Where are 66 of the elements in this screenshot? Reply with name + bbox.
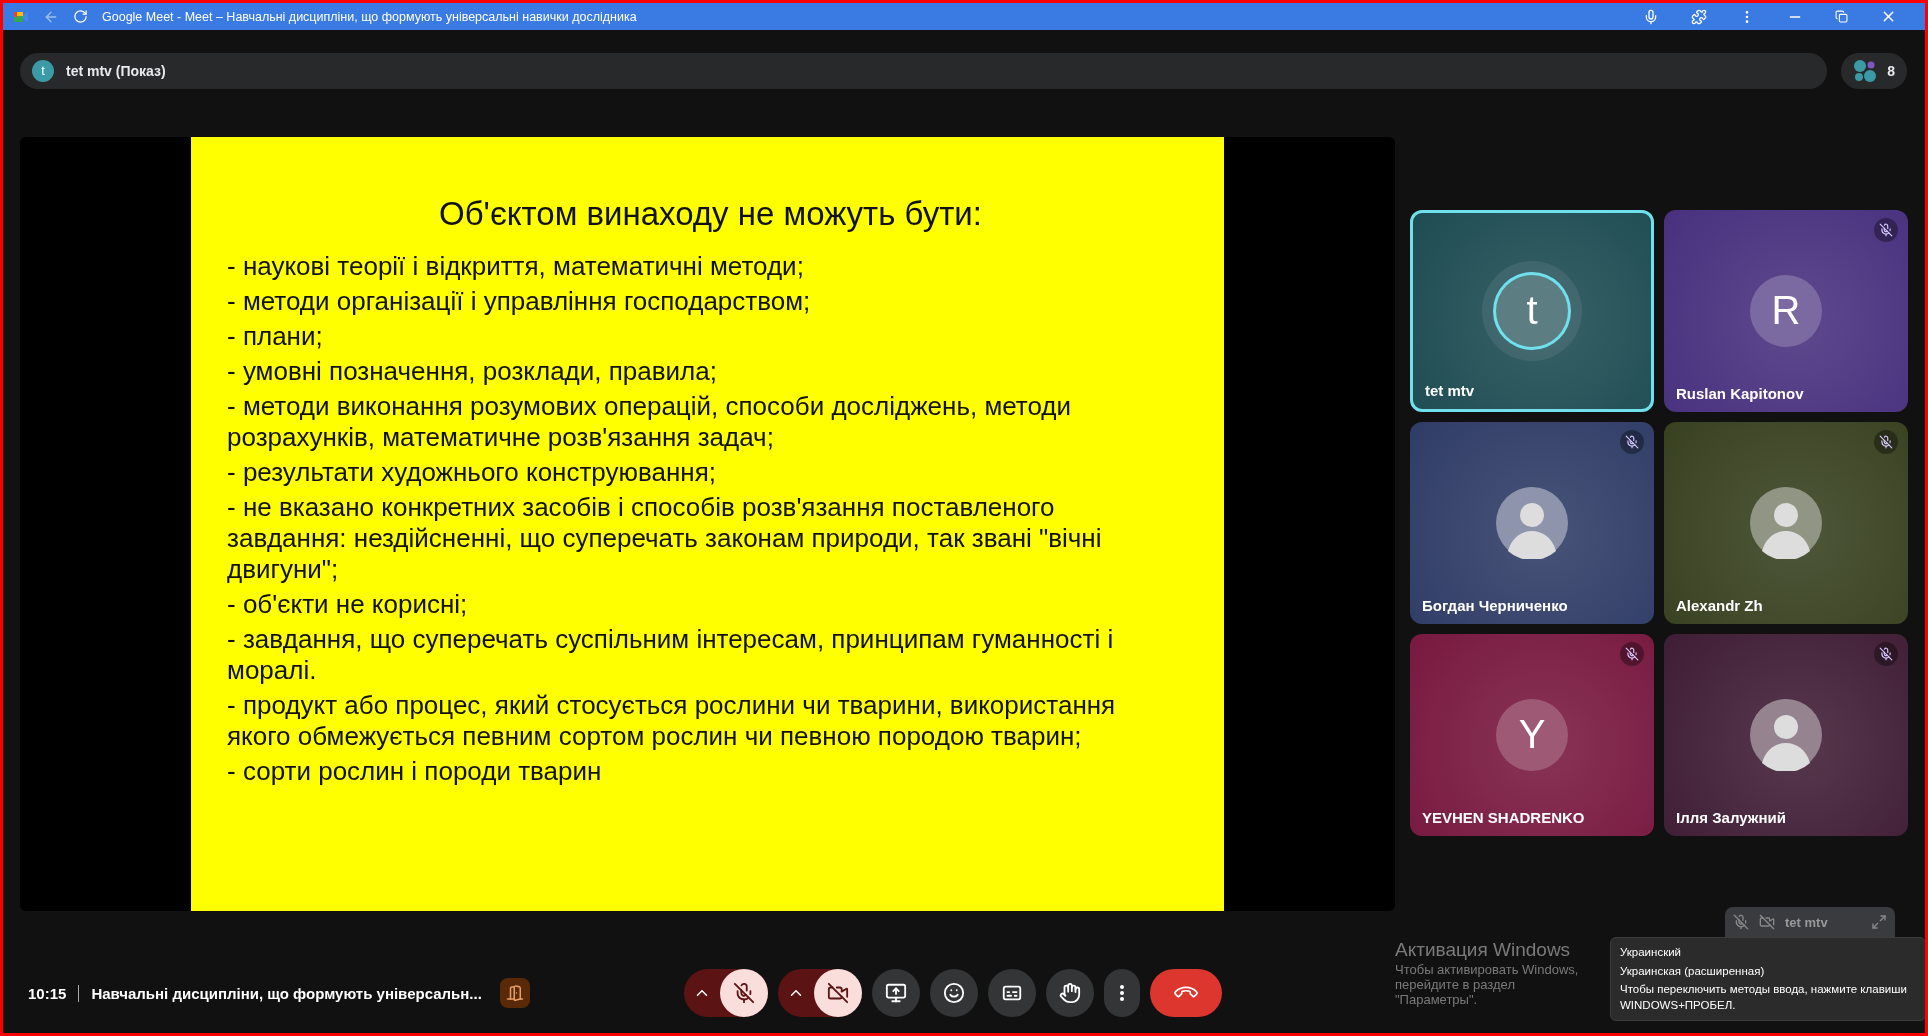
- browser-title: Google Meet - Meet – Навчальні дисципліни, що формують універсальні навички дослідника: [102, 9, 638, 24]
- slide-text: - продукт або процес, який стосується рослини чи тварини, використання якого обмежується певним сортом рослин чи певною породою тварин;: [227, 689, 1117, 752]
- extensions-icon[interactable]: [1691, 8, 1707, 25]
- slide-text: - завдання, що суперечать суспільним інтересам, принципам гуманності і моралі.: [227, 623, 1115, 686]
- tooltip-text: Чтобы переключить методы ввода, нажмите клавиши WINDOWS+ПРОБЕЛ.: [1620, 982, 1908, 1013]
- mic-off-icon: [1733, 914, 1749, 930]
- avatar-icon: [1750, 486, 1822, 559]
- reactions-button[interactable]: [930, 969, 978, 1017]
- participants-icon: [1853, 58, 1878, 83]
- microphone-button[interactable]: [720, 969, 768, 1017]
- captions-button[interactable]: [988, 969, 1036, 1017]
- avatar-icon: [1750, 698, 1822, 771]
- slide-text: - плани;: [227, 320, 324, 352]
- slide-text: - наукові теорії і відкриття, математичні методи;: [227, 250, 805, 282]
- leave-call-button[interactable]: [1150, 969, 1222, 1017]
- participant-name: Alexandr Zh: [1676, 596, 1763, 614]
- door-button[interactable]: [499, 978, 530, 1008]
- participant-name: Ruslan Kapitonov: [1676, 384, 1804, 402]
- participants-button[interactable]: 8: [1841, 52, 1907, 89]
- participant-name: Богдан Черниченко: [1422, 596, 1568, 614]
- meeting-time: 10:15: [28, 984, 80, 1002]
- camera-off-icon: [1759, 914, 1775, 930]
- participant-tile[interactable]: R Ruslan Kapitonov: [1664, 209, 1908, 412]
- avatar-initial: R: [1750, 274, 1822, 347]
- more-icon: [1120, 985, 1124, 1001]
- self-view-name: tet mtv: [1785, 914, 1829, 930]
- tooltip-text: Украинская (расширенная): [1620, 963, 1766, 979]
- activation-text: Чтобы активировать Windows, перейдите в раздел "Параметры".: [1395, 962, 1580, 1007]
- participant-tile[interactable]: t tet mtv: [1410, 209, 1654, 412]
- meeting-title: Навчальні дисципліни, що формують універсальн...: [91, 984, 482, 1002]
- camera-off-icon: [827, 982, 849, 1004]
- activation-title: Активация Windows: [1395, 939, 1571, 961]
- more-button[interactable]: [1104, 969, 1140, 1017]
- slide-text: - умовні позначення, розклади, правила;: [227, 355, 718, 387]
- door-icon: [505, 984, 524, 1002]
- slide-text: - методи виконання розумових операцій, способи досліджень, методи розрахунків, математичне розв'язання задач;: [227, 390, 1073, 453]
- participant-tile[interactable]: Alexandr Zh: [1664, 421, 1908, 624]
- reload-icon[interactable]: [73, 9, 88, 24]
- slide-text: - результати художнього конструювання;: [227, 456, 718, 488]
- hand-icon: [1059, 982, 1081, 1004]
- camera-button[interactable]: [814, 969, 862, 1017]
- restore-icon[interactable]: [1835, 10, 1848, 23]
- raise-hand-button[interactable]: [1046, 969, 1094, 1017]
- smiley-icon: [943, 982, 965, 1004]
- presenter-avatar: t: [32, 59, 54, 82]
- participant-name: Ілля Залужний: [1676, 808, 1786, 826]
- microphone-icon[interactable]: [1643, 8, 1659, 25]
- mic-off-icon: [733, 982, 755, 1004]
- slide-title: Об'єктом винаходу не можуть бути:: [438, 194, 983, 233]
- slide-text: - сорти рослин і породи тварин: [227, 755, 603, 787]
- avatar-initial: t: [1496, 274, 1568, 347]
- presenter-label: tet mtv (Показ): [66, 62, 166, 79]
- slide-text: - об'єкти не корисні;: [227, 588, 469, 620]
- slide-text: - методи організації і управління господарством;: [227, 285, 812, 317]
- participant-tile[interactable]: Y YEVHEN SHADRENKO: [1410, 633, 1654, 836]
- avatar-icon: [1496, 486, 1568, 559]
- participant-tile[interactable]: Ілля Залужний: [1664, 633, 1908, 836]
- slide-text: - не вказано конкретних засобів і способів розв'язання поставленого завдання: нездійсненні, що суперечать законам природи, так звані "вічні двигуни";: [227, 491, 1103, 585]
- tooltip-text: Украинский: [1620, 945, 1682, 960]
- participant-tile[interactable]: Богдан Черниченко: [1410, 421, 1654, 624]
- present-button[interactable]: [872, 969, 920, 1017]
- participant-name: tet mtv: [1425, 381, 1475, 399]
- expand-icon[interactable]: [1871, 914, 1887, 930]
- participant-name: YEVHEN SHADRENKO: [1422, 808, 1585, 826]
- avatar-initial: Y: [1496, 698, 1568, 771]
- present-screen-icon: [885, 982, 907, 1004]
